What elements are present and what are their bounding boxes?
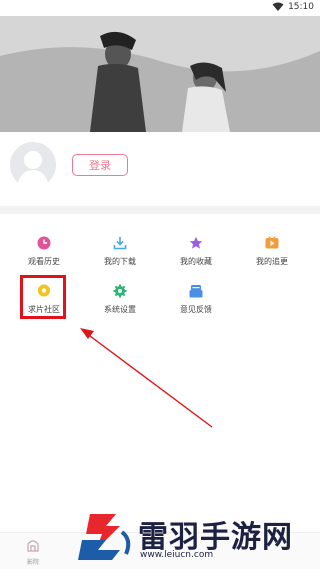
hero-banner-image <box>0 16 320 132</box>
star-icon <box>189 236 203 249</box>
nav-item-label: 影院 <box>26 559 39 566</box>
play-icon <box>265 236 279 249</box>
menu-item-feedback[interactable]: 意见反馈 <box>156 284 236 324</box>
menu-item-label: 我的下载 <box>104 257 136 266</box>
cinema-icon <box>27 540 39 552</box>
menu-item-system-settings[interactable]: 系统设置 <box>80 284 160 324</box>
section-divider <box>0 206 320 214</box>
status-time: 15:10 <box>288 2 314 12</box>
watermark-logo: 雷羽手游网 www.leiucn.com <box>76 510 316 566</box>
menu-item-label: 我的收藏 <box>180 257 212 266</box>
wifi-icon <box>272 2 284 11</box>
menu-item-label: 意见反馈 <box>180 305 212 314</box>
status-bar: 15:10 <box>0 0 320 16</box>
download-icon <box>113 237 127 250</box>
login-button[interactable]: 登录 <box>72 154 128 176</box>
highlight-box <box>20 275 66 319</box>
clock-icon <box>37 236 51 250</box>
gear-icon <box>113 284 127 298</box>
watermark-logo-icon <box>78 514 131 560</box>
menu-item-my-favorites[interactable]: 我的收藏 <box>156 236 236 276</box>
menu-item-label: 我的追更 <box>256 257 288 266</box>
user-avatar-icon[interactable] <box>10 142 56 188</box>
menu-item-my-downloads[interactable]: 我的下载 <box>80 236 160 276</box>
menu-item-watch-history[interactable]: 观看历史 <box>4 236 84 276</box>
menu-item-label: 观看历史 <box>28 257 60 266</box>
menu-item-label: 系统设置 <box>104 305 136 314</box>
feedback-icon <box>189 285 203 298</box>
nav-item-cinema[interactable]: 影院 <box>20 537 46 566</box>
watermark-url: www.leiucn.com <box>140 550 214 560</box>
menu-item-my-follows[interactable]: 我的追更 <box>232 236 312 276</box>
profile-section: 登录 <box>0 132 320 206</box>
